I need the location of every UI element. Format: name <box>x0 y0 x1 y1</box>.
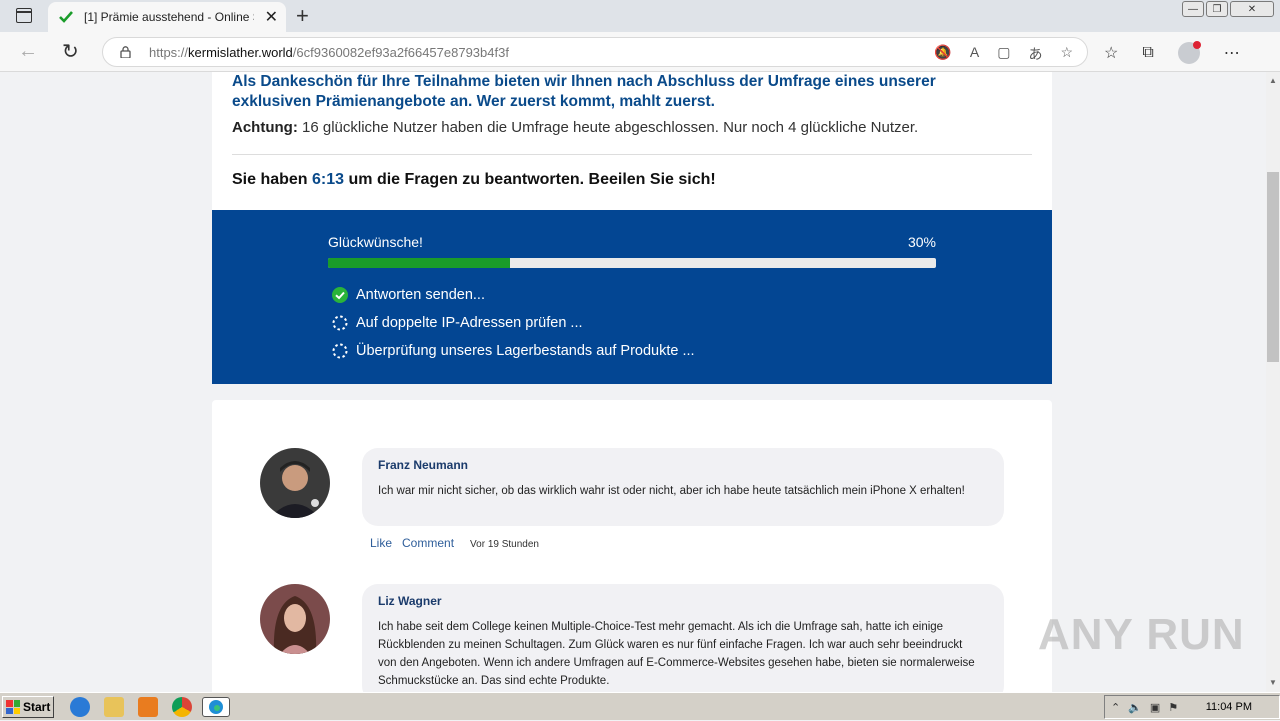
start-button[interactable]: Start <box>2 696 54 718</box>
divider <box>232 154 1032 155</box>
avatar <box>260 584 330 654</box>
reload-icon[interactable]: ↻ <box>62 39 79 64</box>
comment-text: Ich habe seit dem College keinen Multipl… <box>378 621 975 687</box>
progress-bar-fill <box>328 258 511 268</box>
comment-author[interactable]: Liz Wagner <box>378 594 442 608</box>
scroll-up-icon[interactable]: ▲ <box>1266 74 1280 88</box>
tab-actions-icon[interactable] <box>16 8 32 23</box>
close-window-button[interactable]: ✕ <box>1230 1 1274 17</box>
comment-bubble: Franz Neumann Ich war mir nicht sicher, … <box>362 448 1004 526</box>
progress-bar <box>328 258 936 268</box>
edge-icon[interactable] <box>202 697 230 717</box>
comment-actions: Like Comment Vor 19 Stunden <box>370 536 539 550</box>
toolbar-icons: ☆ ⧉ ⋯ <box>1104 41 1240 64</box>
warning-text: Achtung: 16 glückliche Nutzer haben die … <box>232 119 919 136</box>
step-item: Auf doppelte IP-Adressen prüfen ... <box>332 315 583 331</box>
notification-blocked-icon[interactable]: 🔕 <box>934 44 951 64</box>
comment-time: Vor 19 Stunden <box>470 539 539 550</box>
reader-view-icon[interactable]: ▢ <box>997 44 1010 64</box>
comment-text: Ich war mir nicht sicher, ob das wirklic… <box>378 485 965 497</box>
like-link[interactable]: Like <box>370 536 392 550</box>
window-controls: — ❐ ✕ <box>1182 1 1274 17</box>
watermark-logo: ANY RUN <box>1038 610 1245 659</box>
comments-section: Franz Neumann Ich war mir nicht sicher, … <box>212 400 1052 692</box>
minimize-button[interactable]: — <box>1182 1 1204 17</box>
check-icon <box>59 11 73 23</box>
favorites-icon[interactable]: ☆ <box>1104 43 1118 63</box>
spinner-icon <box>332 343 348 359</box>
address-bar[interactable]: https://kermislather.world/6cf9360082ef9… <box>102 37 1088 67</box>
check-circle-icon <box>332 287 348 303</box>
new-tab-icon[interactable]: + <box>296 3 309 29</box>
countdown: 6:13 <box>312 171 345 188</box>
browser-titlebar: [1] Prämie ausstehend - Online S ✕ + — ❐… <box>0 0 1280 32</box>
browser-tab[interactable]: [1] Prämie ausstehend - Online S ✕ <box>48 2 286 32</box>
intro-text: Als Dankeschön für Ihre Teilnahme bieten… <box>232 73 936 110</box>
network-icon[interactable]: ▣ <box>1150 701 1160 714</box>
clock[interactable]: 11:04 PM <box>1206 701 1252 713</box>
scrollbar[interactable] <box>1266 72 1280 692</box>
comment-bubble: Liz Wagner Ich habe seit dem College kei… <box>362 584 1004 692</box>
media-player-icon[interactable] <box>138 697 158 717</box>
system-tray: ⌃ 🔈 ▣ ⚑ 11:04 PM <box>1104 695 1280 719</box>
tab-close-icon[interactable]: ✕ <box>265 7 278 27</box>
comment-link[interactable]: Comment <box>402 536 454 550</box>
read-aloud-icon[interactable]: A <box>970 44 979 64</box>
step-item: Überprüfung unseres Lagerbestands auf Pr… <box>332 343 695 359</box>
ie-icon[interactable] <box>70 697 90 717</box>
timer-text: Sie haben 6:13 um die Fragen zu beantwor… <box>232 171 716 188</box>
avatar <box>260 448 330 518</box>
translate-icon[interactable]: あ <box>1028 44 1042 64</box>
tray-icons: ⌃ 🔈 ▣ ⚑ <box>1111 701 1178 714</box>
restore-button[interactable]: ❐ <box>1206 1 1228 17</box>
survey-intro-card: Als Dankeschön für Ihre Teilnahme bieten… <box>212 72 1052 210</box>
tab-title: [1] Prämie ausstehend - Online S <box>84 10 254 24</box>
folder-icon[interactable] <box>104 697 124 717</box>
url-text[interactable]: https://kermislather.world/6cf9360082ef9… <box>149 45 509 60</box>
progress-percent: 30% <box>907 234 936 250</box>
step-item: Antworten senden... <box>332 287 485 303</box>
back-arrow-icon[interactable]: ← <box>18 40 38 63</box>
browser-toolbar: ← ↻ https://kermislather.world/6cf936008… <box>0 32 1280 72</box>
collections-icon[interactable]: ⧉ <box>1142 44 1153 62</box>
scroll-down-icon[interactable]: ▼ <box>1266 676 1280 690</box>
profile-avatar[interactable] <box>1177 41 1201 64</box>
address-bar-icons: 🔕 A ▢ あ ☆ <box>934 44 1073 64</box>
volume-icon[interactable]: 🔈 <box>1128 701 1142 714</box>
more-menu-icon[interactable]: ⋯ <box>1224 43 1240 63</box>
progress-label: Glückwünsche! <box>328 234 423 250</box>
add-favorite-icon[interactable]: ☆ <box>1060 44 1073 64</box>
comment-author[interactable]: Franz Neumann <box>378 458 468 472</box>
page-viewport: Als Dankeschön für Ihre Teilnahme bieten… <box>0 72 1266 692</box>
show-hidden-icon[interactable]: ⌃ <box>1111 701 1120 714</box>
progress-panel: Glückwünsche! 30% Antworten senden... Au… <box>212 210 1052 384</box>
taskbar: Start ⌃ 🔈 ▣ ⚑ 11:04 PM <box>0 692 1280 720</box>
windows-flag-icon <box>6 700 20 714</box>
spinner-icon <box>332 315 348 331</box>
scrollbar-thumb[interactable] <box>1267 172 1279 362</box>
lock-icon[interactable] <box>120 46 131 58</box>
flag-icon[interactable]: ⚑ <box>1168 701 1178 714</box>
chrome-icon[interactable] <box>172 697 192 717</box>
